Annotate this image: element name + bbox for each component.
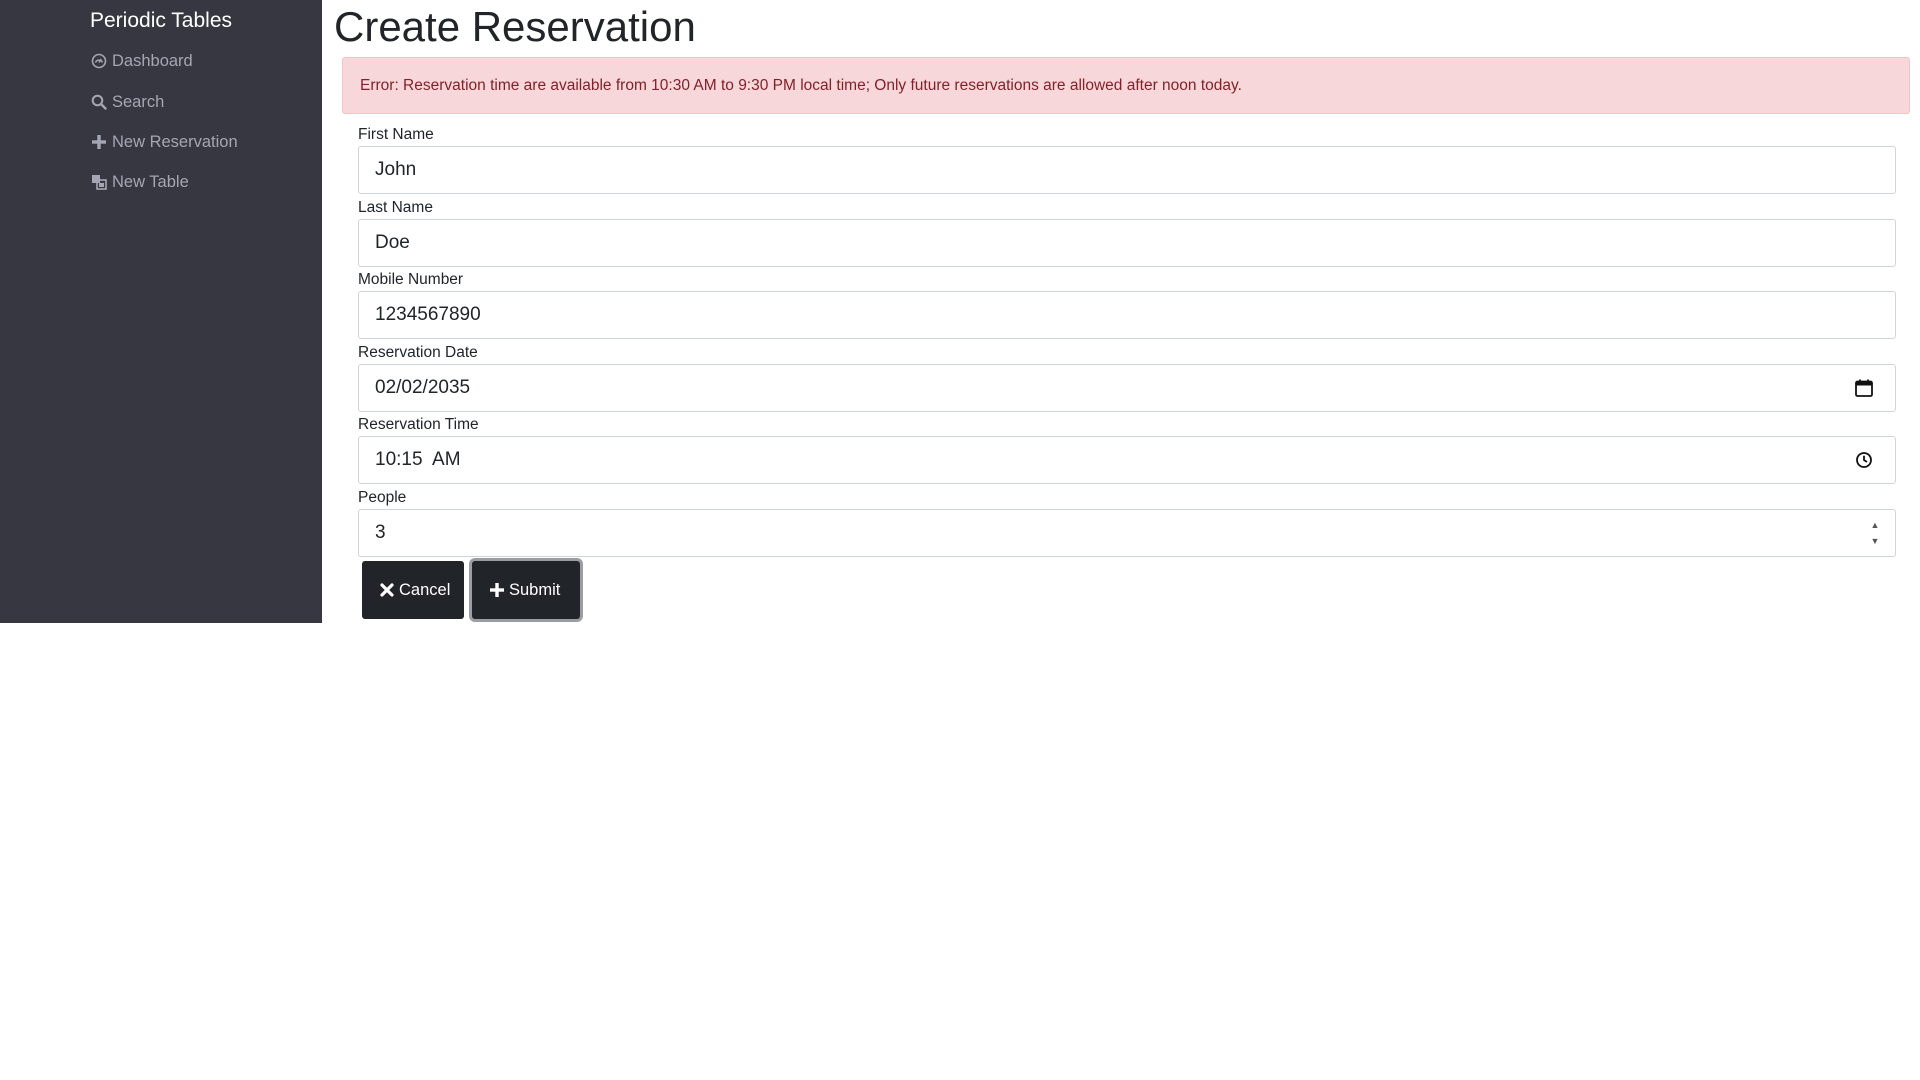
mobile-number-field-box bbox=[358, 291, 1896, 339]
cancel-button-label: Cancel bbox=[399, 580, 451, 599]
submit-button[interactable]: Submit bbox=[472, 561, 580, 619]
number-stepper[interactable]: ▲ ▼ bbox=[1869, 519, 1881, 547]
plus-icon bbox=[489, 582, 505, 598]
error-alert: Error: Reservation time are available fr… bbox=[342, 57, 1910, 114]
last-name-label: Last Name bbox=[358, 198, 433, 216]
sidebar: Periodic Tables Dashboard Search New Res… bbox=[0, 0, 322, 623]
clock-icon[interactable] bbox=[1853, 449, 1875, 471]
dashboard-icon bbox=[90, 52, 108, 70]
sidebar-item-label: Search bbox=[112, 93, 165, 111]
search-icon bbox=[90, 93, 108, 111]
sidebar-item-new-reservation[interactable]: New Reservation bbox=[90, 131, 238, 153]
table-icon bbox=[90, 173, 108, 191]
people-group: People ▲ ▼ bbox=[358, 487, 1896, 560]
people-input[interactable] bbox=[359, 509, 1895, 556]
last-name-input[interactable] bbox=[359, 219, 1895, 266]
reservation-time-input[interactable] bbox=[359, 437, 1895, 483]
first-name-label: First Name bbox=[358, 126, 434, 143]
main-content: Create Reservation Error: Reservation ti… bbox=[322, 0, 1920, 1080]
last-name-group: Last Name bbox=[358, 197, 1896, 270]
stepper-down-icon[interactable]: ▼ bbox=[1871, 535, 1880, 547]
first-name-input[interactable] bbox=[359, 147, 1895, 193]
people-field-box: ▲ ▼ bbox=[358, 508, 1896, 557]
submit-button-label: Submit bbox=[509, 580, 561, 599]
cancel-button[interactable]: Cancel bbox=[362, 561, 464, 619]
sidebar-item-dashboard[interactable]: Dashboard bbox=[90, 50, 193, 72]
reservation-time-field-box bbox=[358, 436, 1896, 484]
people-label: People bbox=[358, 488, 407, 506]
sidebar-item-label: New Table bbox=[112, 173, 189, 191]
calendar-icon[interactable] bbox=[1853, 377, 1875, 399]
plus-icon bbox=[90, 133, 108, 151]
sidebar-item-label: New Reservation bbox=[112, 133, 238, 151]
first-name-field-box bbox=[358, 146, 1896, 194]
sidebar-item-new-table[interactable]: New Table bbox=[90, 171, 189, 193]
sidebar-item-label: Dashboard bbox=[112, 52, 193, 70]
close-icon bbox=[379, 582, 395, 598]
reservation-date-field-box bbox=[358, 363, 1896, 412]
stepper-up-icon[interactable]: ▲ bbox=[1871, 519, 1880, 531]
form-actions: Cancel Submit bbox=[362, 561, 580, 619]
error-message: Error: Reservation time are available fr… bbox=[360, 76, 1242, 94]
mobile-number-label: Mobile Number bbox=[358, 271, 464, 288]
brand-title[interactable]: Periodic Tables bbox=[0, 6, 322, 36]
reservation-time-label: Reservation Time bbox=[358, 416, 479, 433]
reservation-date-group: Reservation Date bbox=[358, 342, 1896, 415]
mobile-number-group: Mobile Number bbox=[358, 269, 1896, 342]
reservation-date-label: Reservation Date bbox=[358, 343, 478, 361]
reservation-date-input[interactable] bbox=[359, 364, 1895, 411]
sidebar-item-search[interactable]: Search bbox=[90, 91, 164, 113]
reservation-time-group: Reservation Time bbox=[358, 414, 1896, 487]
page-title: Create Reservation bbox=[334, 3, 696, 50]
first-name-group: First Name bbox=[358, 124, 1896, 197]
reservation-form: First Name Last Name Mobile Number Reser… bbox=[358, 124, 1896, 559]
mobile-number-input[interactable] bbox=[359, 292, 1895, 338]
app-window: Periodic Tables Dashboard Search New Res… bbox=[0, 0, 1920, 1080]
last-name-field-box bbox=[358, 218, 1896, 267]
